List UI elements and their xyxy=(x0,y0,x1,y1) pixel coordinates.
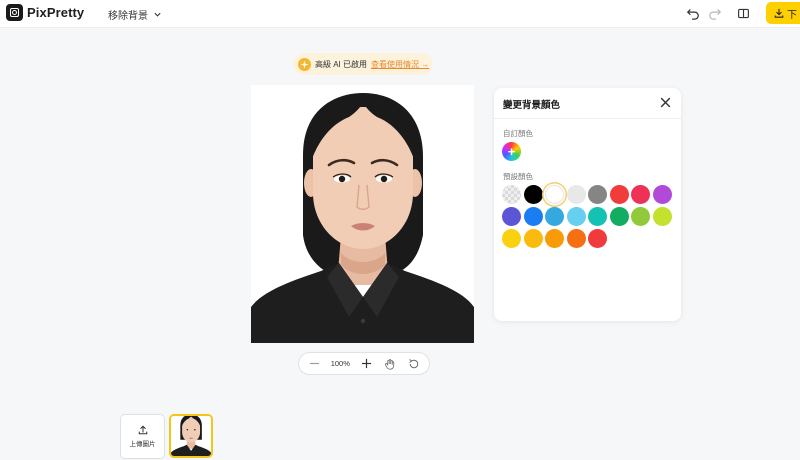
mode-label: 移除背景 xyxy=(108,11,148,22)
redo-button[interactable] xyxy=(707,5,723,21)
top-bar: PixPretty 移除背景 下 xyxy=(0,0,800,28)
close-panel-button[interactable] xyxy=(659,96,672,109)
color-swatch[interactable] xyxy=(631,185,650,204)
download-button[interactable]: 下 xyxy=(766,2,800,24)
close-icon xyxy=(660,97,671,108)
upload-image-button[interactable]: 上傳圖片 xyxy=(120,414,165,459)
undo-icon xyxy=(686,9,699,20)
color-swatch[interactable] xyxy=(609,207,629,226)
ai-status-banner: 高級 AI 已啟用 查看使用情況 → xyxy=(293,53,433,75)
plus-icon: + xyxy=(507,143,516,159)
color-swatch[interactable] xyxy=(588,185,607,204)
color-swatch[interactable] xyxy=(545,185,564,204)
compare-icon xyxy=(737,8,749,18)
undo-button[interactable] xyxy=(685,5,701,21)
color-swatch[interactable] xyxy=(566,229,586,248)
hand-icon xyxy=(385,358,395,370)
color-swatch[interactable] xyxy=(502,229,521,248)
pixpretty-logo-icon xyxy=(6,4,23,21)
color-swatch[interactable] xyxy=(609,185,629,204)
zoom-in-button[interactable] xyxy=(360,357,374,371)
zoom-toolbar: 100% xyxy=(298,352,430,375)
redo-icon xyxy=(709,9,722,20)
color-swatch[interactable] xyxy=(523,207,543,226)
zoom-level: 100% xyxy=(330,359,350,368)
chevron-down-icon xyxy=(154,12,161,17)
upload-label: 上傳圖片 xyxy=(129,441,156,448)
zoom-out-button[interactable] xyxy=(307,357,321,371)
panel-title: 變更背景顏色 xyxy=(503,100,561,111)
upload-icon xyxy=(138,425,147,435)
portrait-image xyxy=(251,85,474,343)
color-swatch[interactable] xyxy=(588,229,607,248)
photo-canvas[interactable] xyxy=(251,85,474,343)
color-swatch[interactable] xyxy=(523,229,543,248)
background-color-panel: 變更背景顏色 自訂顏色 + 預設顏色 xyxy=(494,88,681,321)
mode-dropdown[interactable]: 移除背景 xyxy=(108,7,162,22)
color-swatch[interactable] xyxy=(566,185,586,204)
minus-icon xyxy=(309,362,319,365)
color-swatch[interactable] xyxy=(523,185,543,204)
color-swatch[interactable] xyxy=(545,229,564,248)
compare-button[interactable] xyxy=(735,5,751,21)
reset-button[interactable] xyxy=(407,357,421,371)
download-label: 下 xyxy=(787,9,797,21)
panel-divider xyxy=(494,118,681,119)
color-swatch[interactable] xyxy=(502,185,521,204)
ai-status-text: 高級 AI 已啟用 xyxy=(315,59,368,69)
custom-color-picker[interactable]: + xyxy=(502,142,521,161)
ai-sparkle-icon xyxy=(298,57,311,71)
color-swatch[interactable] xyxy=(502,207,521,226)
thumbnail-portrait xyxy=(171,416,211,456)
color-swatch[interactable] xyxy=(588,207,607,226)
pan-button[interactable] xyxy=(383,357,397,371)
color-swatch[interactable] xyxy=(652,185,672,204)
download-icon xyxy=(774,8,784,18)
color-swatch[interactable] xyxy=(631,207,650,226)
color-swatch[interactable] xyxy=(566,207,586,226)
image-thumbnail[interactable] xyxy=(169,414,213,458)
color-swatch[interactable] xyxy=(545,207,564,226)
view-usage-link[interactable]: 查看使用情況 → xyxy=(371,59,429,70)
plus-icon xyxy=(362,358,372,369)
color-swatch[interactable] xyxy=(652,207,672,226)
preset-color-label: 預設顏色 xyxy=(503,172,533,181)
app-name: PixPretty xyxy=(27,5,85,20)
custom-color-label: 自訂顏色 xyxy=(503,129,533,138)
logo[interactable]: PixPretty xyxy=(6,4,84,21)
reset-icon xyxy=(409,358,419,368)
